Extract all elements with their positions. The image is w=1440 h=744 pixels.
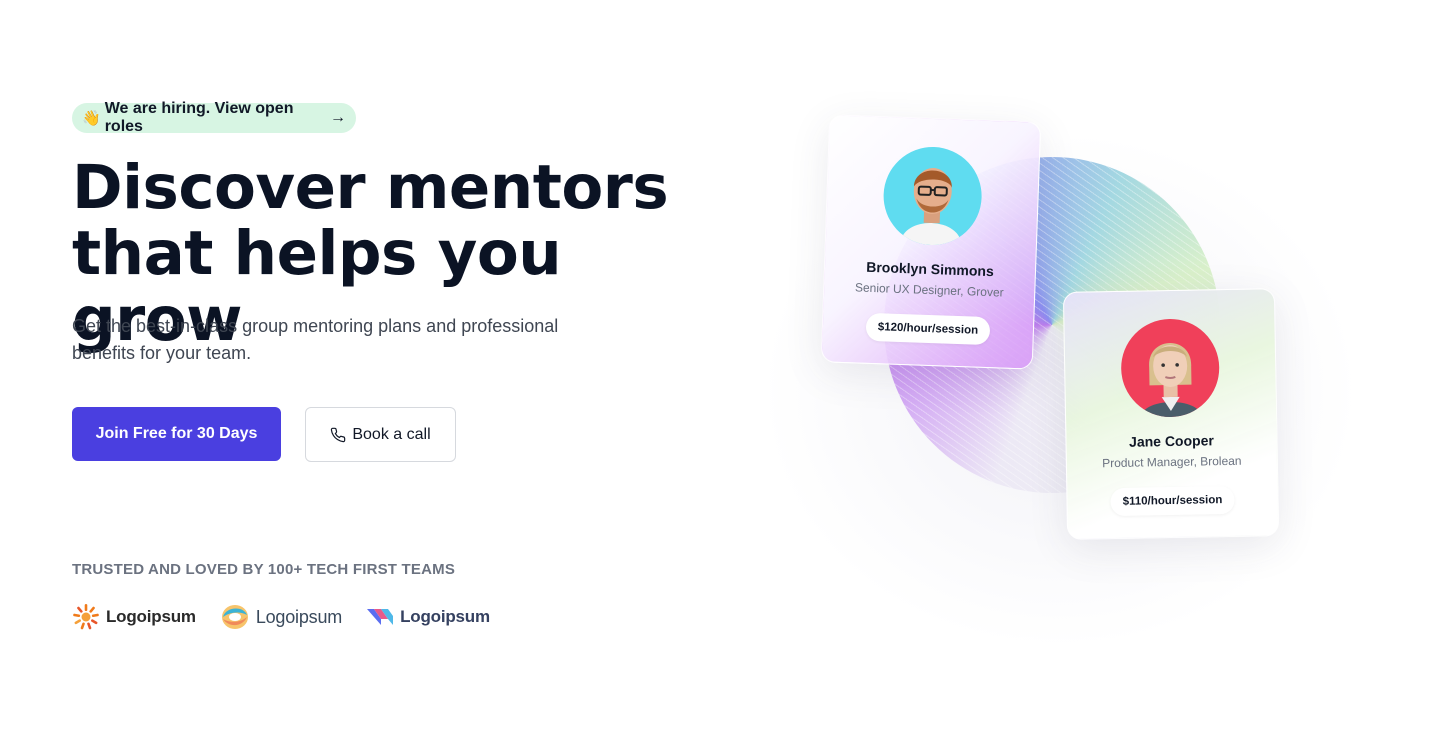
avatar xyxy=(881,145,984,247)
hiring-banner-link[interactable]: 👋 We are hiring. View open roles → xyxy=(72,100,356,135)
mentor-price-badge: $120/hour/session xyxy=(865,312,991,346)
mentor-card[interactable]: Jane Cooper Product Manager, Brolean $11… xyxy=(1062,288,1280,540)
partner-logo: Logoipsum xyxy=(220,603,342,631)
waving-hand-icon: 👋 xyxy=(82,110,101,127)
partner-logo: Logoipsum xyxy=(72,603,196,631)
partner-logo-text: Logoipsum xyxy=(255,606,343,627)
mentor-name: Jane Cooper xyxy=(1128,432,1215,450)
partner-logos: Logoipsum Logoipsum Logoipsum xyxy=(72,603,514,631)
person-portrait-icon xyxy=(900,168,961,247)
mentor-price-badge: $110/hour/session xyxy=(1110,485,1235,517)
swirl-logo-icon xyxy=(221,605,248,629)
join-free-button[interactable]: Join Free for 30 Days xyxy=(72,407,281,461)
phone-icon xyxy=(331,427,346,442)
hero-content: 👋 We are hiring. View open roles → Disco… xyxy=(72,0,712,744)
mentor-name: Brooklyn Simmons xyxy=(866,258,995,280)
ribbon-logo-icon xyxy=(367,609,394,625)
person-portrait-icon xyxy=(1140,343,1203,418)
mentor-card[interactable]: Brooklyn Simmons Senior UX Designer, Gro… xyxy=(820,114,1042,370)
avatar xyxy=(1120,318,1221,418)
headline-line-1: Discover mentors xyxy=(72,152,669,223)
trusted-heading: TRUSTED AND LOVED BY 100+ TECH FIRST TEA… xyxy=(72,561,456,578)
arrow-right-icon: → xyxy=(330,109,346,126)
mentor-role: Product Manager, Brolean xyxy=(1102,453,1242,471)
mentor-role: Senior UX Designer, Grover xyxy=(854,280,1004,300)
book-call-button[interactable]: Book a call xyxy=(305,407,456,462)
book-call-label: Book a call xyxy=(352,425,431,443)
hero-illustration: Brooklyn Simmons Senior UX Designer, Gro… xyxy=(760,90,1380,650)
hero-subtitle: Get the best-in-class group mentoring pl… xyxy=(72,316,559,363)
partner-logo: Logoipsum xyxy=(366,607,490,627)
partner-logo-text: Logoipsum xyxy=(400,607,490,626)
sunburst-logo-icon xyxy=(73,604,99,630)
partner-logo-text: Logoipsum xyxy=(106,607,196,626)
hiring-banner-text: We are hiring. View open roles xyxy=(104,100,294,135)
